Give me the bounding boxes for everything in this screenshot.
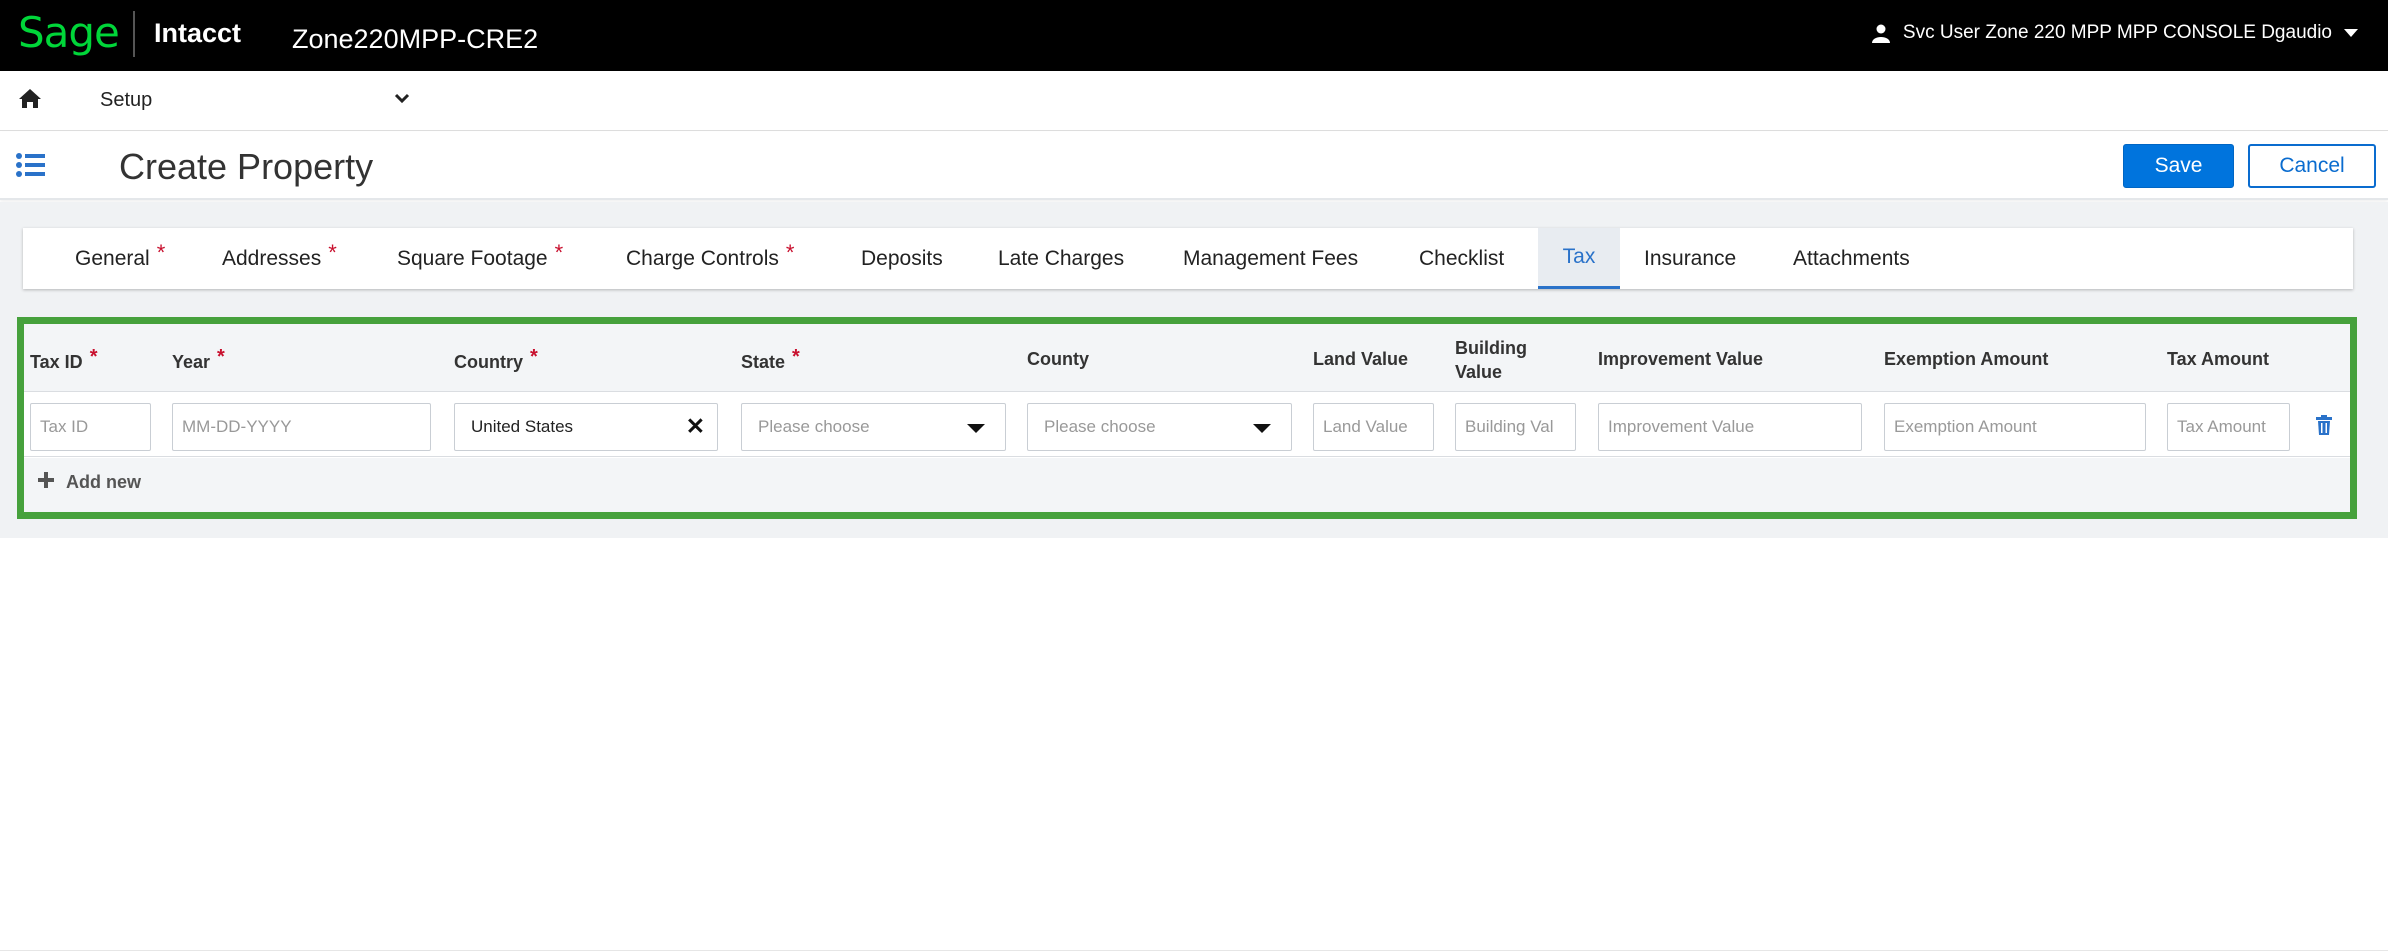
- tab-square-footage[interactable]: Square Footage *: [397, 228, 563, 289]
- tab-late-charges[interactable]: Late Charges: [998, 228, 1124, 289]
- required-marker: *: [89, 346, 98, 368]
- trash-icon[interactable]: [2315, 415, 2333, 440]
- tab-checklist[interactable]: Checklist: [1419, 228, 1504, 289]
- page-title: Create Property: [119, 146, 374, 187]
- tab-attachments[interactable]: Attachments: [1793, 228, 1910, 289]
- column-header-state: State *: [741, 346, 800, 374]
- required-marker: *: [792, 346, 800, 368]
- state-placeholder: Please choose: [758, 417, 870, 436]
- tab-insurance[interactable]: Insurance: [1644, 228, 1736, 289]
- tab-label: General: [75, 246, 150, 270]
- column-label: Exemption Amount: [1884, 349, 2049, 369]
- tab-label: Attachments: [1793, 246, 1910, 270]
- tab-label: Charge Controls: [626, 246, 779, 270]
- tab-bar: General * Addresses * Square Footage * Char…: [23, 228, 2353, 289]
- tab-label: Square Footage: [397, 246, 548, 270]
- column-header-county: County: [1027, 349, 1089, 370]
- caret-down-icon: [967, 424, 985, 433]
- chevron-down-icon[interactable]: [394, 91, 410, 110]
- tax-grid: Tax ID * Year * Country * State * County Lan…: [17, 317, 2357, 519]
- tab-label: Management Fees: [1183, 246, 1359, 270]
- column-header-exemption-amount: Exemption Amount: [1884, 349, 2048, 370]
- list-menu-icon[interactable]: [16, 152, 46, 183]
- tab-label: Addresses: [222, 246, 322, 270]
- column-label: Country: [454, 352, 523, 372]
- tab-tax[interactable]: Tax: [1538, 228, 1620, 289]
- tab-management-fees[interactable]: Management Fees: [1183, 228, 1358, 289]
- table-row: Tax ID MM-DD-YYYY United States ✕ Please…: [24, 392, 2350, 457]
- column-header-land-value: Land Value: [1313, 349, 1408, 370]
- tab-label: Late Charges: [998, 246, 1125, 270]
- column-header-tax-id: Tax ID *: [30, 346, 97, 374]
- column-label: County: [1027, 349, 1089, 369]
- column-header-country: Country *: [454, 346, 538, 374]
- improvement-value-input[interactable]: Improvement Value: [1598, 403, 1862, 451]
- divider: [0, 950, 2388, 951]
- column-label: Year: [172, 352, 211, 372]
- tab-deposits[interactable]: Deposits: [861, 228, 943, 289]
- tab-label: Insurance: [1644, 246, 1737, 270]
- required-marker: *: [785, 239, 795, 265]
- save-button[interactable]: Save: [2123, 144, 2234, 188]
- tab-addresses[interactable]: Addresses *: [222, 228, 337, 289]
- cancel-button[interactable]: Cancel: [2248, 144, 2376, 188]
- tax-grid-header: Tax ID * Year * Country * State * County Lan…: [24, 324, 2350, 392]
- country-value: United States: [471, 417, 574, 436]
- tab-charge-controls[interactable]: Charge Controls *: [626, 228, 794, 289]
- tab-label: Deposits: [861, 246, 943, 270]
- required-marker: *: [156, 239, 166, 265]
- exemption-amount-input[interactable]: Exemption Amount: [1884, 403, 2146, 451]
- land-value-input[interactable]: Land Value: [1313, 403, 1434, 451]
- user-icon: [1871, 23, 1891, 43]
- clear-icon[interactable]: ✕: [686, 415, 705, 438]
- column-header-year: Year *: [172, 346, 225, 374]
- module-selector[interactable]: Setup: [100, 89, 152, 112]
- column-label: Land Value: [1313, 349, 1409, 369]
- required-marker: *: [530, 346, 538, 368]
- caret-down-icon: [1253, 424, 1271, 433]
- column-label: Tax Amount: [2167, 349, 2269, 369]
- tax-id-input[interactable]: Tax ID: [30, 403, 151, 451]
- column-label: Improvement Value: [1598, 349, 1764, 369]
- top-bar: Sage Intacct Zone220MPP-CRE2 Svc User Zo…: [0, 0, 2388, 71]
- add-new-button[interactable]: Add new: [38, 472, 141, 493]
- plus-icon: [38, 472, 54, 493]
- column-label: Tax ID: [30, 352, 83, 372]
- state-select[interactable]: Please choose: [741, 403, 1006, 451]
- column-header-building-value: Building Value: [1455, 336, 1527, 384]
- column-label: Value: [1455, 362, 1503, 382]
- tab-label: Checklist: [1419, 246, 1505, 270]
- column-label: Building: [1455, 338, 1527, 358]
- required-marker: *: [217, 346, 225, 368]
- building-value-input[interactable]: Building Val: [1455, 403, 1576, 451]
- required-marker: *: [328, 239, 337, 265]
- home-icon[interactable]: [18, 87, 42, 114]
- product-name: Intacct: [154, 18, 242, 48]
- year-input[interactable]: MM-DD-YYYY: [172, 403, 431, 451]
- brand-divider: [133, 11, 135, 57]
- page-header: Create Property Save Cancel: [0, 132, 2388, 200]
- company-name[interactable]: Zone220MPP-CRE2: [292, 24, 538, 55]
- add-new-label: Add new: [66, 472, 141, 492]
- column-header-improvement-value: Improvement Value: [1598, 349, 1763, 370]
- county-select[interactable]: Please choose: [1027, 403, 1292, 451]
- module-nav: Setup: [0, 71, 2388, 131]
- tab-general[interactable]: General *: [75, 228, 165, 289]
- tax-amount-input[interactable]: Tax Amount: [2167, 403, 2290, 451]
- county-placeholder: Please choose: [1044, 417, 1156, 436]
- tab-label: Tax: [1562, 245, 1596, 268]
- required-marker: *: [554, 239, 564, 265]
- column-label: State: [741, 352, 786, 372]
- user-menu[interactable]: Svc User Zone 220 MPP MPP CONSOLE Dgaudi…: [1871, 22, 2358, 44]
- sage-logo[interactable]: Sage: [18, 8, 120, 57]
- caret-down-icon: [2344, 28, 2358, 38]
- country-select[interactable]: United States ✕: [454, 403, 718, 451]
- user-name: Svc User Zone 220 MPP MPP CONSOLE Dgaudi…: [1902, 22, 2332, 43]
- column-header-tax-amount: Tax Amount: [2167, 349, 2269, 370]
- add-row-bar: Add new: [24, 458, 2350, 512]
